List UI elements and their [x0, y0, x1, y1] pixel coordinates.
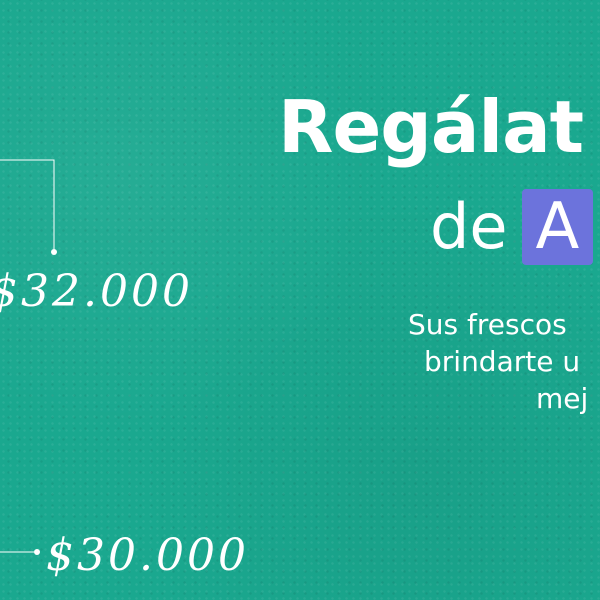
price-label-2: $30.000 [46, 530, 249, 581]
subline-prefix: de [430, 190, 508, 263]
connector-dot-bottom [34, 549, 40, 555]
subline-highlight: A [535, 190, 580, 264]
description-line-1: Sus frescos [408, 308, 567, 341]
price-label-1: $32.000 [0, 266, 193, 317]
description: Sus frescos brindarte u mej [408, 306, 588, 417]
connector-dot-top [51, 249, 57, 255]
subline-highlight-box: A [521, 189, 594, 265]
headline: Regálat [278, 85, 584, 169]
promo-banner: Regálat de A Sus frescos brindarte u mej… [0, 0, 600, 600]
description-line-2: brindarte u [424, 345, 581, 378]
subline: de A [430, 189, 594, 265]
connector-line-top [0, 159, 55, 250]
description-line-3: mej [536, 382, 589, 415]
